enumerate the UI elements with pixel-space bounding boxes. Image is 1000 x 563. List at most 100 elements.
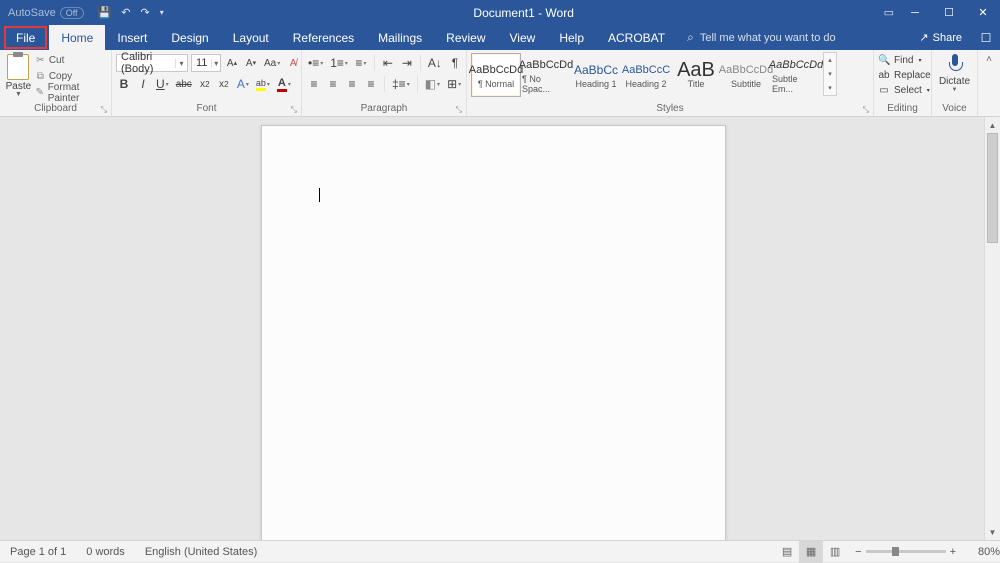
shrink-font-button[interactable]: A▾ [243, 54, 259, 72]
align-left-button[interactable]: ≡ [306, 75, 322, 93]
dialog-launcher-icon[interactable]: ⤡ [291, 105, 297, 115]
format-painter-button[interactable]: ✎Format Painter [35, 85, 107, 100]
comments-button[interactable]: ☐ [972, 25, 1000, 50]
ribbon-display-options-icon[interactable]: ▭ [884, 6, 894, 19]
autosave-toggle[interactable]: AutoSave Off [8, 7, 84, 19]
numbering-button[interactable]: 1≡▾ [328, 54, 350, 72]
group-label: Voice [942, 103, 966, 114]
quick-access-toolbar: 💾 ↶ ↷ ▾ [98, 6, 164, 19]
show-marks-button[interactable]: ¶ [447, 54, 463, 72]
find-button[interactable]: 🔍Find▾ [878, 53, 931, 68]
tab-help[interactable]: Help [547, 25, 596, 50]
save-icon[interactable]: 💾 [98, 6, 112, 19]
scrollbar-thumb[interactable] [987, 133, 998, 243]
group-styles: AaBbCcDd¶ Normal AaBbCcDd¶ No Spac... Aa… [467, 50, 874, 116]
style-heading-1[interactable]: AaBbCcHeading 1 [571, 53, 621, 97]
replace-button[interactable]: abReplace [878, 68, 931, 83]
bullets-button[interactable]: •≡▾ [306, 54, 325, 72]
tab-design[interactable]: Design [159, 25, 220, 50]
share-button[interactable]: ↗ Share [909, 25, 972, 50]
group-editing: 🔍Find▾ abReplace ▭Select▾ Editing [874, 50, 932, 116]
vertical-scrollbar[interactable]: ▲ ▼ [984, 117, 1000, 540]
text-cursor [319, 188, 320, 202]
tab-layout[interactable]: Layout [221, 25, 281, 50]
paste-button[interactable]: Paste ▼ [4, 52, 33, 98]
style-no-spacing[interactable]: AaBbCcDd¶ No Spac... [521, 53, 571, 97]
line-spacing-button[interactable]: ‡≡▾ [390, 75, 412, 93]
page-number-status[interactable]: Page 1 of 1 [0, 546, 76, 558]
increase-indent-button[interactable]: ⇥ [399, 54, 415, 72]
align-center-button[interactable]: ≡ [325, 75, 341, 93]
tell-me-search[interactable]: ⌕ Tell me what you want to do [687, 25, 835, 50]
print-layout-button[interactable]: ▦ [799, 541, 823, 563]
styles-more-button[interactable]: ▴▾▾ [823, 52, 837, 96]
borders-button[interactable]: ⊞▾ [445, 75, 463, 93]
tab-insert[interactable]: Insert [105, 25, 159, 50]
collapse-ribbon-icon[interactable]: ˄ [986, 54, 992, 65]
bold-button[interactable]: B [116, 75, 132, 93]
ribbon: Paste ▼ ✂Cut ⧉Copy ✎Format Painter Clipb… [0, 50, 1000, 117]
ribbon-tabs: File Home Insert Design Layout Reference… [0, 25, 1000, 50]
justify-button[interactable]: ≡ [363, 75, 379, 93]
document-page[interactable] [261, 125, 726, 540]
language-status[interactable]: English (United States) [135, 546, 268, 558]
tab-mailings[interactable]: Mailings [366, 25, 434, 50]
dictate-button[interactable]: Dictate ▼ [936, 52, 973, 93]
maximize-button[interactable]: ☐ [932, 0, 966, 25]
scroll-up-icon[interactable]: ▲ [985, 117, 1000, 133]
decrease-indent-button[interactable]: ⇤ [380, 54, 396, 72]
align-right-button[interactable]: ≡ [344, 75, 360, 93]
replace-icon: ab [878, 70, 890, 81]
tab-acrobat[interactable]: ACROBAT [596, 25, 677, 50]
style-normal[interactable]: AaBbCcDd¶ Normal [471, 53, 521, 97]
dialog-launcher-icon[interactable]: ⤡ [456, 105, 462, 115]
text-effects-button[interactable]: A▾ [235, 75, 251, 93]
multilevel-list-button[interactable]: ≡▾ [353, 54, 369, 72]
highlight-button[interactable]: ab▾ [254, 75, 272, 93]
clear-formatting-button[interactable]: A̸ [285, 54, 301, 72]
tab-references[interactable]: References [281, 25, 366, 50]
cut-button[interactable]: ✂Cut [35, 53, 107, 68]
style-title[interactable]: AaBTitle [671, 53, 721, 97]
redo-icon[interactable]: ↷ [140, 6, 149, 19]
dialog-launcher-icon[interactable]: ⤡ [863, 105, 869, 115]
style-subtle-emphasis[interactable]: AaBbCcDdSubtle Em... [771, 53, 821, 97]
web-layout-button[interactable]: ▥ [823, 541, 847, 563]
read-mode-button[interactable]: ▤ [775, 541, 799, 563]
group-font: Calibri (Body)▾ 11▾ A▴ A▾ Aa▾ A̸ B I U▾ … [112, 50, 302, 116]
zoom-level[interactable]: 80% [964, 546, 1000, 558]
strikethrough-button[interactable]: abc [174, 75, 194, 93]
qat-customize-icon[interactable]: ▾ [160, 8, 164, 17]
italic-button[interactable]: I [135, 75, 151, 93]
select-button[interactable]: ▭Select▾ [878, 83, 931, 98]
microphone-icon [948, 54, 962, 74]
sort-button[interactable]: A↓ [426, 54, 444, 72]
paste-icon [7, 54, 29, 80]
superscript-button[interactable]: x2 [216, 75, 232, 93]
scroll-down-icon[interactable]: ▼ [985, 524, 1000, 540]
word-count-status[interactable]: 0 words [76, 546, 135, 558]
change-case-button[interactable]: Aa▾ [262, 54, 282, 72]
underline-button[interactable]: U▾ [154, 75, 171, 93]
tab-review[interactable]: Review [434, 25, 497, 50]
zoom-slider[interactable] [866, 550, 946, 553]
zoom-out-button[interactable]: − [855, 546, 861, 558]
zoom-in-button[interactable]: + [950, 546, 956, 558]
grow-font-button[interactable]: A▴ [224, 54, 240, 72]
undo-icon[interactable]: ↶ [121, 6, 130, 19]
shading-button[interactable]: ◧▾ [423, 75, 442, 93]
subscript-button[interactable]: x2 [197, 75, 213, 93]
minimize-button[interactable]: ─ [898, 0, 932, 25]
font-size-combo[interactable]: 11▾ [191, 54, 221, 72]
tab-view[interactable]: View [498, 25, 548, 50]
select-icon: ▭ [878, 85, 890, 96]
font-name-combo[interactable]: Calibri (Body)▾ [116, 54, 188, 72]
tab-home[interactable]: Home [49, 25, 105, 50]
close-button[interactable]: ✕ [966, 0, 1000, 25]
style-heading-2[interactable]: AaBbCcCHeading 2 [621, 53, 671, 97]
tab-file[interactable]: File [4, 26, 47, 49]
font-color-button[interactable]: A▾ [275, 75, 293, 93]
search-icon: ⌕ [687, 30, 694, 45]
dialog-launcher-icon[interactable]: ⤡ [101, 105, 107, 115]
style-subtitle[interactable]: AaBbCcDdSubtitle [721, 53, 771, 97]
